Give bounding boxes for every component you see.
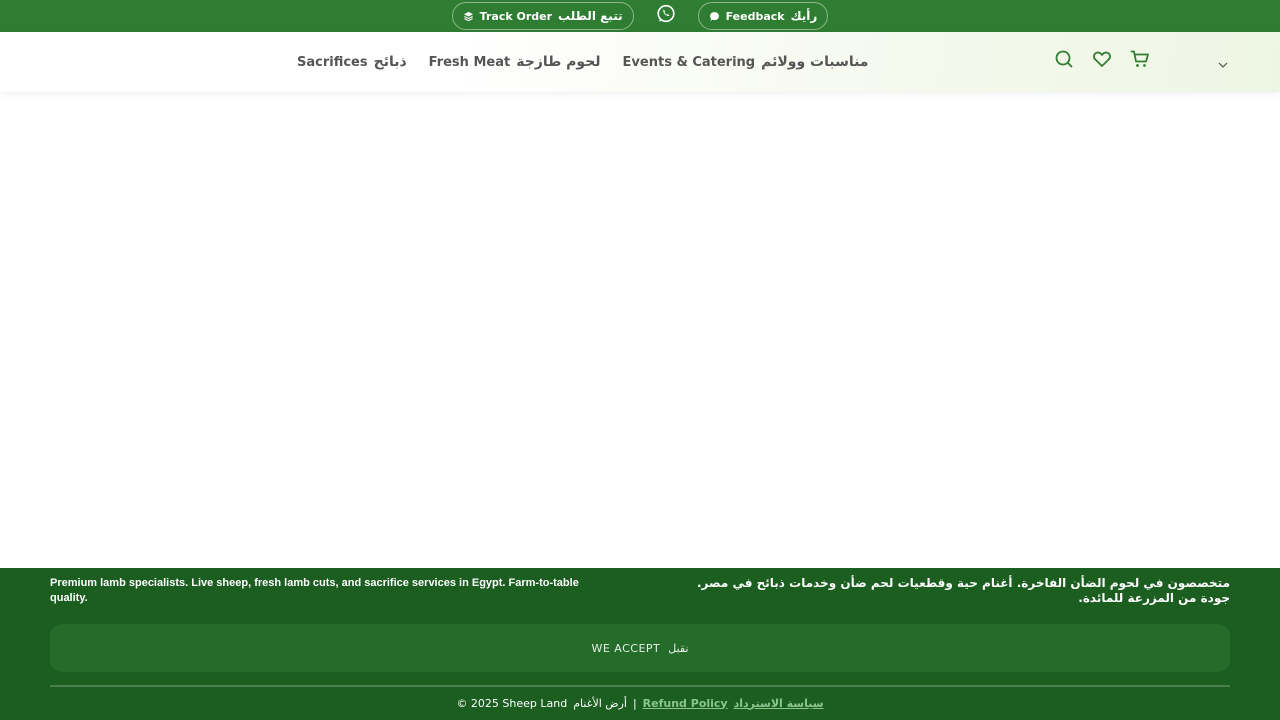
- search-button[interactable]: [1054, 49, 1074, 73]
- nav-item-sacrifices[interactable]: Sacrifices ذبائح: [297, 54, 407, 70]
- site-footer: Premium lamb specialists. Live sheep, fr…: [0, 568, 1280, 720]
- whatsapp-button[interactable]: [654, 4, 678, 28]
- nav-label-en: Events & Catering: [622, 54, 756, 70]
- we-accept-label-en: WE ACCEPT: [591, 641, 661, 655]
- track-order-button[interactable]: Track Order تتبع الطلب: [451, 2, 634, 30]
- header-actions: [1054, 49, 1150, 73]
- search-icon: [1054, 49, 1074, 73]
- footer-description-ar: متخصصون في لحوم الضأن الفاخرة. أغنام حية…: [697, 576, 1230, 605]
- footer-description-en: Premium lamb specialists. Live sheep, fr…: [50, 577, 579, 604]
- main-header: Sacrifices ذبائح Fresh Meat لحوم طازجة E…: [0, 32, 1280, 92]
- track-order-label-ar: تتبع الطلب: [558, 9, 623, 23]
- we-accept-label-ar: نقبل: [668, 641, 689, 655]
- nav-label-ar: ذبائح: [373, 54, 407, 70]
- feedback-label-ar: رأيك: [790, 9, 818, 23]
- refund-policy-link-ar[interactable]: سياسة الاسترداد: [734, 697, 824, 710]
- nav-label-ar: مناسبات وولائم: [761, 54, 869, 70]
- payment-methods-box: WE ACCEPT نقبل: [50, 624, 1230, 672]
- track-order-label-en: Track Order: [479, 9, 553, 23]
- footer-divider: [50, 685, 1230, 687]
- feedback-button[interactable]: Feedback رأيك: [697, 2, 829, 30]
- chevron-down-icon: [1218, 53, 1228, 72]
- refund-policy-link-en[interactable]: Refund Policy: [643, 697, 728, 710]
- nav-label-ar: لحوم طازجة: [516, 54, 601, 70]
- heart-icon: [1092, 49, 1112, 73]
- main-nav: Sacrifices ذبائح Fresh Meat لحوم طازجة E…: [297, 32, 868, 92]
- nav-label-en: Sacrifices: [297, 54, 368, 70]
- language-dropdown-toggle[interactable]: [1216, 56, 1230, 68]
- cart-button[interactable]: [1130, 49, 1150, 73]
- copyright-text: © 2025 Sheep Land: [456, 696, 568, 710]
- layers-icon: [463, 11, 474, 22]
- footer-copyright-row: © 2025 Sheep Land أرض الأغنام | Refund P…: [0, 695, 1280, 711]
- copyright-text-ar: أرض الأغنام: [573, 696, 627, 710]
- cart-icon: [1130, 49, 1150, 73]
- chat-bubble-icon: [709, 11, 720, 22]
- feedback-label-en: Feedback: [725, 9, 785, 23]
- nav-item-fresh-meat[interactable]: Fresh Meat لحوم طازجة: [429, 54, 601, 70]
- whatsapp-icon: [655, 3, 677, 29]
- copyright-separator: |: [632, 696, 637, 710]
- wishlist-button[interactable]: [1092, 51, 1112, 71]
- nav-item-events-catering[interactable]: Events & Catering مناسبات وولائم: [623, 54, 869, 70]
- nav-label-en: Fresh Meat: [428, 54, 511, 70]
- top-announcement-bar: Track Order تتبع الطلب Feedback رأيك: [0, 0, 1280, 32]
